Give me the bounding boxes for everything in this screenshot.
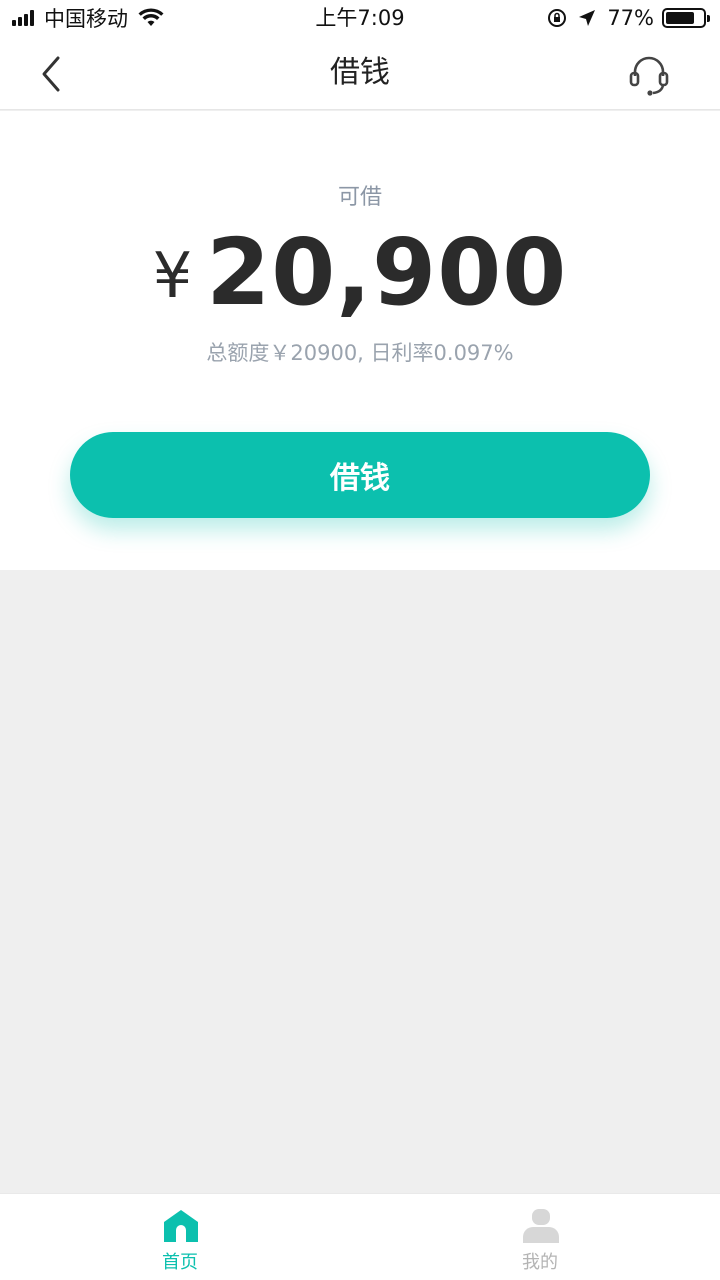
wifi-icon (138, 8, 164, 26)
home-icon (164, 1210, 198, 1242)
currency-symbol: ¥ (152, 239, 193, 312)
status-right: 77% (547, 0, 710, 36)
tab-home[interactable]: 首页 (0, 1194, 360, 1280)
battery-icon (662, 8, 710, 28)
credit-total-and-rate: 总额度￥20900, 日利率0.097% (206, 341, 514, 365)
chevron-left-icon[interactable] (34, 54, 70, 94)
available-amount: 20,900 (206, 219, 568, 326)
nav-bar: 借钱 (0, 36, 720, 110)
available-label: 可借 (337, 185, 382, 210)
tab-mine-label: 我的 (522, 1252, 558, 1273)
carrier-name: 中国移动 (44, 7, 128, 31)
status-left: 中国移动 (12, 0, 164, 36)
tab-mine[interactable]: 我的 (360, 1194, 720, 1280)
status-bar: 中国移动 上午7:09 77% (0, 0, 720, 36)
tab-home-label: 首页 (162, 1252, 198, 1273)
signal-icon (12, 10, 36, 26)
page-title: 借钱 (330, 55, 390, 90)
amount-row: ¥ 20,900 (0, 223, 720, 323)
screen: 中国移动 上午7:09 77% 借钱 可借 ¥ 20,900 总额度￥20900… (0, 0, 720, 1280)
location-arrow-icon (579, 10, 596, 26)
user-icon (523, 1209, 559, 1243)
tab-bar: 首页 我的 (0, 1193, 720, 1280)
battery-percent: 77% (607, 6, 654, 30)
borrow-button[interactable]: 借钱 (70, 432, 650, 518)
orientation-lock-icon (548, 9, 567, 27)
headset-icon[interactable] (626, 52, 672, 98)
battery-fill (666, 12, 694, 24)
credit-card-panel: 可借 ¥ 20,900 总额度￥20900, 日利率0.097% 借钱 (0, 111, 720, 570)
